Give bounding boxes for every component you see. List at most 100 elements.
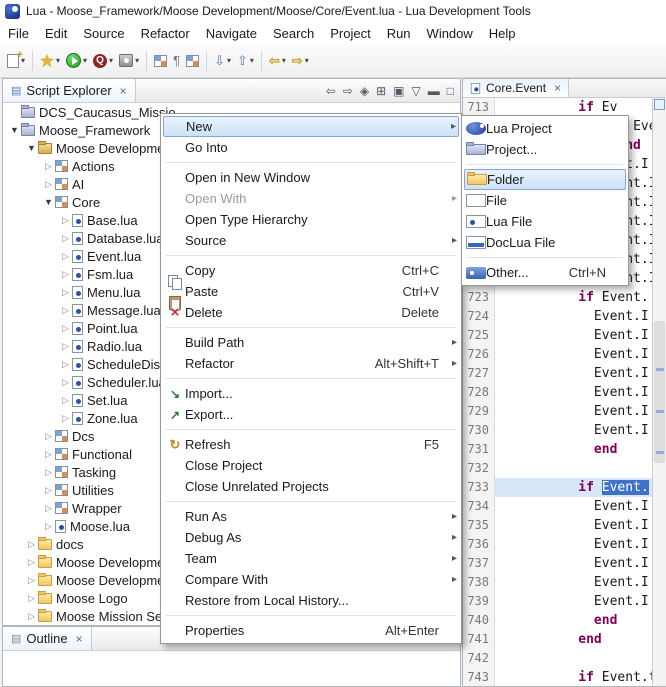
submenu-item-project[interactable]: Project... (464, 139, 626, 160)
menu-item-import[interactable]: Import... (163, 383, 459, 404)
focus-icon[interactable]: ◈ (360, 84, 369, 98)
twistie-closed-icon[interactable]: ▷ (42, 503, 55, 514)
menu-item-open-in-new-window[interactable]: Open in New Window (163, 167, 459, 188)
close-icon[interactable]: × (120, 84, 127, 98)
occurrence-mark[interactable] (656, 451, 664, 454)
menubar-item-window[interactable]: Window (419, 23, 481, 44)
scrollbar-thumb[interactable] (654, 321, 665, 462)
twistie-closed-icon[interactable]: ▷ (59, 215, 72, 226)
menubar-item-project[interactable]: Project (322, 23, 378, 44)
twistie-open-icon[interactable]: ▼ (8, 125, 21, 135)
menu-item-delete[interactable]: DeleteDelete (163, 302, 459, 323)
code-line-732[interactable]: 732 (463, 459, 652, 478)
close-icon[interactable]: × (76, 632, 83, 646)
maximize-icon[interactable]: □ (447, 84, 454, 98)
link-with-editor-icon[interactable]: ▣ (393, 84, 404, 98)
twistie-closed-icon[interactable]: ▷ (25, 539, 38, 550)
submenu-item-file[interactable]: File (464, 190, 626, 211)
menubar-item-refactor[interactable]: Refactor (133, 23, 198, 44)
twistie-closed-icon[interactable]: ▷ (59, 395, 72, 406)
code-line-735[interactable]: 735 Event.I (463, 516, 652, 535)
code-line-734[interactable]: 734 Event.I (463, 497, 652, 516)
twistie-closed-icon[interactable]: ▷ (59, 287, 72, 298)
minimize-icon[interactable]: ▬ (428, 84, 440, 98)
submenu-item-lua-file[interactable]: Lua File (464, 211, 626, 232)
submenu-item-other[interactable]: Other...Ctrl+N (464, 262, 626, 283)
external-tools-button[interactable]: ▾ (116, 52, 142, 69)
menubar-item-navigate[interactable]: Navigate (198, 23, 265, 44)
twistie-closed-icon[interactable]: ▷ (25, 611, 38, 622)
code-line-728[interactable]: 728 Event.I (463, 383, 652, 402)
twistie-closed-icon[interactable]: ▷ (42, 485, 55, 496)
close-icon[interactable]: × (554, 81, 561, 95)
menubar-item-file[interactable]: File (0, 23, 37, 44)
twistie-closed-icon[interactable]: ▷ (25, 557, 38, 568)
twistie-closed-icon[interactable]: ▷ (42, 467, 55, 478)
profile-button[interactable]: Q ▾ (90, 52, 116, 70)
submenu-item-folder[interactable]: Folder (464, 169, 626, 190)
twistie-open-icon[interactable]: ▼ (42, 197, 55, 207)
menu-item-run-as[interactable]: Run As▸ (163, 506, 459, 527)
code-line-736[interactable]: 736 Event.I (463, 535, 652, 554)
run-button[interactable]: ▾ (63, 51, 90, 70)
back-icon[interactable]: ⇦ (326, 84, 336, 98)
occurrence-mark[interactable] (656, 368, 664, 371)
code-line-743[interactable]: 743 if Event.ta (463, 668, 652, 686)
code-line-739[interactable]: 739 Event.I (463, 592, 652, 611)
menu-item-open-type-hierarchy[interactable]: Open Type Hierarchy (163, 209, 459, 230)
twistie-closed-icon[interactable]: ▷ (25, 575, 38, 586)
twistie-closed-icon[interactable]: ▷ (59, 359, 72, 370)
tab-outline[interactable]: ▤ Outline × (3, 627, 92, 650)
menu-item-new[interactable]: New▸ (163, 116, 459, 137)
menu-item-paste[interactable]: PasteCtrl+V (163, 281, 459, 302)
code-line-741[interactable]: 741 end (463, 630, 652, 649)
twistie-closed-icon[interactable]: ▷ (42, 179, 55, 190)
menu-item-copy[interactable]: CopyCtrl+C (163, 260, 459, 281)
menu-item-go-into[interactable]: Go Into (163, 137, 459, 158)
code-line-726[interactable]: 726 Event.I (463, 345, 652, 364)
menu-item-properties[interactable]: PropertiesAlt+Enter (163, 620, 459, 641)
occurrence-mark[interactable] (656, 410, 664, 413)
collapse-all-icon[interactable]: ⊞ (376, 84, 386, 98)
menu-item-close-unrelated-projects[interactable]: Close Unrelated Projects (163, 476, 459, 497)
twistie-closed-icon[interactable]: ▷ (59, 305, 72, 316)
overview-header-icon[interactable] (654, 99, 665, 110)
code-line-730[interactable]: 730 Event.I (463, 421, 652, 440)
twistie-closed-icon[interactable]: ▷ (59, 323, 72, 334)
menu-item-debug-as[interactable]: Debug As▸ (163, 527, 459, 548)
menu-item-restore-from-local-history[interactable]: Restore from Local History... (163, 590, 459, 611)
menubar-item-edit[interactable]: Edit (37, 23, 75, 44)
twistie-closed-icon[interactable]: ▷ (42, 521, 55, 532)
twistie-closed-icon[interactable]: ▷ (59, 233, 72, 244)
twistie-closed-icon[interactable]: ▷ (42, 161, 55, 172)
code-line-738[interactable]: 738 Event.I (463, 573, 652, 592)
twistie-closed-icon[interactable]: ▷ (59, 413, 72, 424)
new-button[interactable]: ▾ (4, 52, 28, 70)
code-line-733[interactable]: 733 if Event. (463, 478, 652, 497)
menu-item-refactor[interactable]: RefactorAlt+Shift+T▸ (163, 353, 459, 374)
next-annotation-button[interactable]: ⇩ ▾ (211, 52, 234, 70)
twistie-closed-icon[interactable]: ▷ (59, 251, 72, 262)
code-line-731[interactable]: 731 end (463, 440, 652, 459)
menu-item-refresh[interactable]: RefreshF5 (163, 434, 459, 455)
code-line-740[interactable]: 740 end (463, 611, 652, 630)
table-view-button[interactable] (183, 53, 202, 69)
twistie-closed-icon[interactable]: ▷ (42, 431, 55, 442)
debug-button[interactable]: ▾ (37, 52, 63, 70)
code-line-725[interactable]: 725 Event.I (463, 326, 652, 345)
menu-item-export[interactable]: Export... (163, 404, 459, 425)
previous-annotation-button[interactable]: ⇧ ▾ (234, 52, 257, 70)
view-menu-icon[interactable]: ▽ (412, 84, 421, 98)
code-line-723[interactable]: 723 if Event. (463, 288, 652, 307)
forward-button[interactable]: ⇨ ▾ (289, 52, 312, 70)
menu-item-team[interactable]: Team▸ (163, 548, 459, 569)
twistie-closed-icon[interactable]: ▷ (59, 341, 72, 352)
forward-icon[interactable]: ⇨ (343, 84, 353, 98)
code-line-724[interactable]: 724 Event.I (463, 307, 652, 326)
submenu-item-lua-project[interactable]: Lua Project (464, 118, 626, 139)
twistie-closed-icon[interactable]: ▷ (59, 377, 72, 388)
submenu-item-doclua-file[interactable]: DocLua File (464, 232, 626, 253)
menubar-item-source[interactable]: Source (75, 23, 132, 44)
twistie-closed-icon[interactable]: ▷ (42, 449, 55, 460)
menu-item-source[interactable]: Source▸ (163, 230, 459, 251)
